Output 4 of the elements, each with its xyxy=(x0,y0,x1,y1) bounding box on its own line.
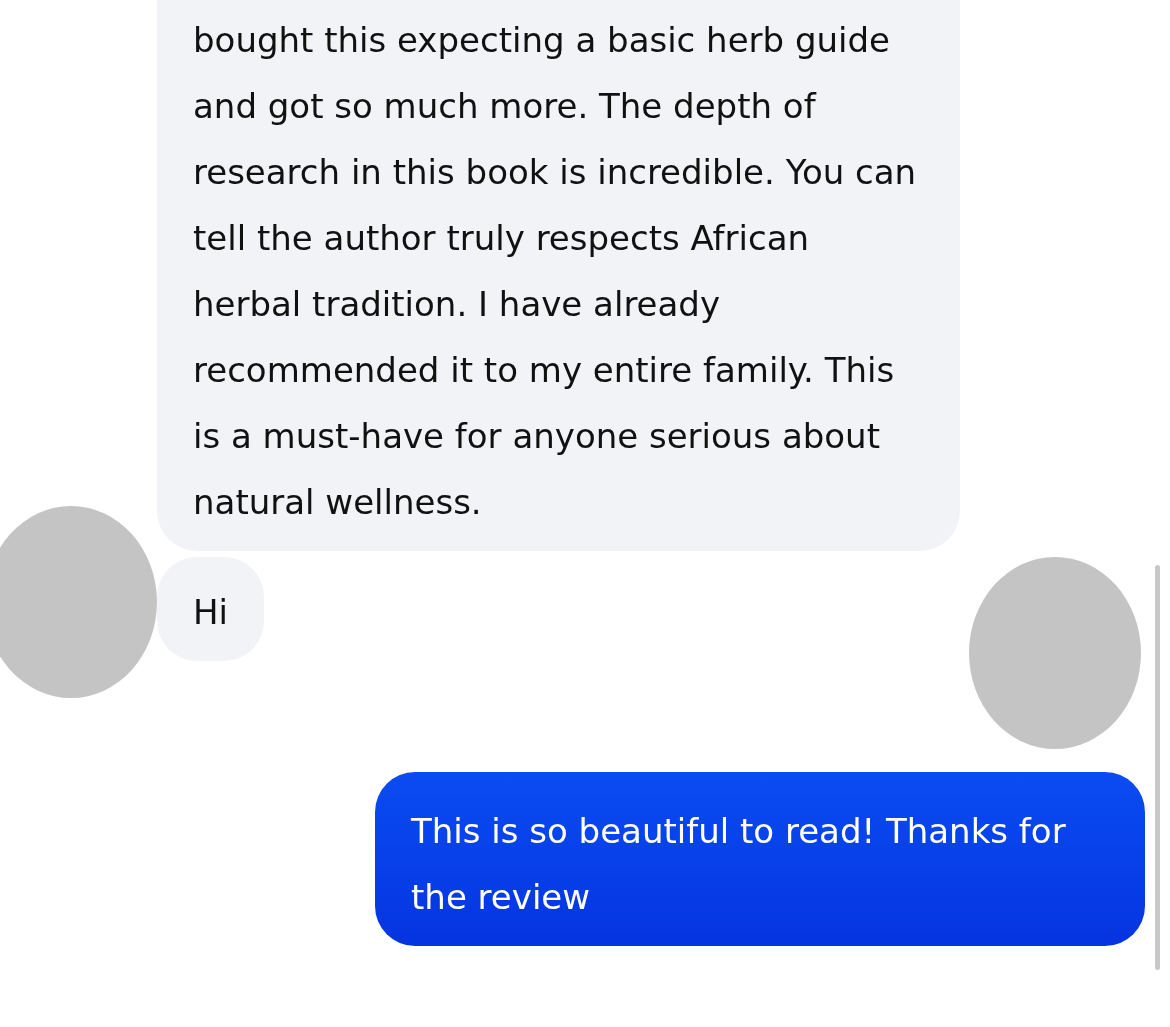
message-bubble: bought this expecting a basic herb guide and got so much more. The depth of research in this book is incredible. You can tell the author truly respects African herbal tradition. I have already recommended it to my entire family. This is a must-have for anyone serious about natural wellness. xyxy=(157,0,960,551)
scrollbar[interactable] xyxy=(1155,565,1160,970)
message-bubble: This is so beautiful to read! Thanks for the review xyxy=(375,772,1145,946)
message-bubble: Hi xyxy=(157,557,264,661)
